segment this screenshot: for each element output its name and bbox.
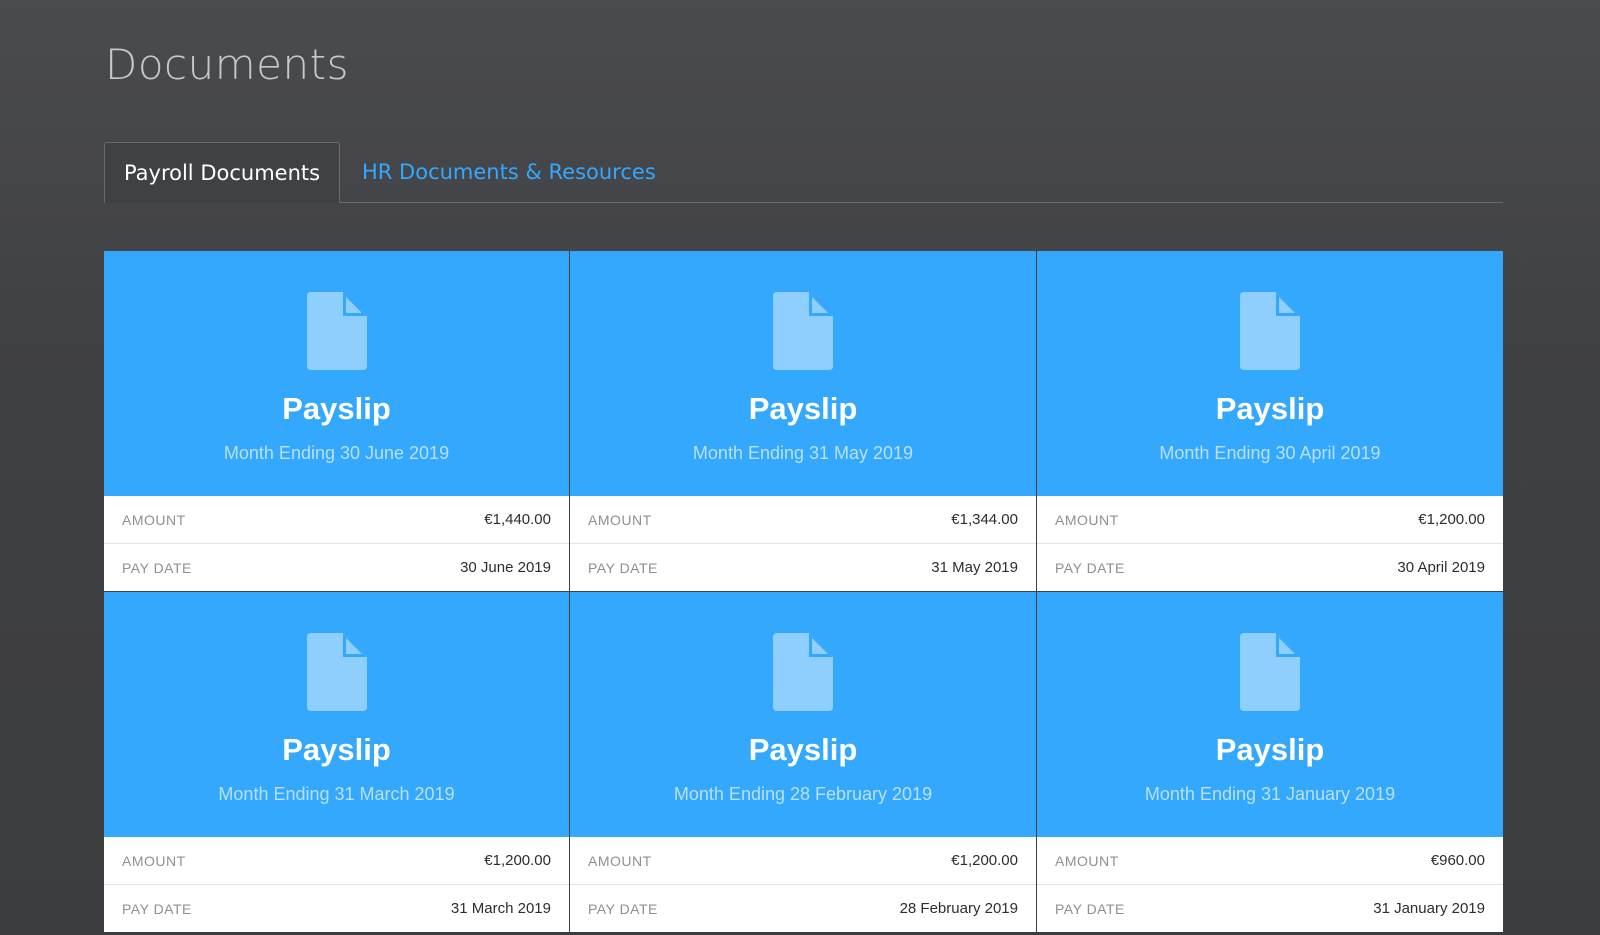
card-title: Payslip xyxy=(282,732,391,767)
card-title: Payslip xyxy=(748,391,858,426)
amount-row: AMOUNT €1,200.00 xyxy=(104,837,569,884)
amount-row: AMOUNT €1,200.00 xyxy=(570,837,1036,884)
pay-date-row: PAY DATE 31 March 2019 xyxy=(104,884,569,932)
payslip-card[interactable]: Payslip Month Ending 30 June 2019 AMOUNT… xyxy=(104,251,569,591)
amount-row: AMOUNT €960.00 xyxy=(1037,837,1503,884)
pay-date-label: PAY DATE xyxy=(1055,559,1125,576)
card-title: Payslip xyxy=(282,391,391,426)
document-icon xyxy=(773,292,833,370)
tab-bar: Payroll Documents HR Documents & Resourc… xyxy=(104,142,1503,203)
pay-date-label: PAY DATE xyxy=(588,559,658,576)
tab-payroll-documents[interactable]: Payroll Documents xyxy=(104,142,340,203)
card-title: Payslip xyxy=(1215,391,1325,426)
pay-date-value: 30 June 2019 xyxy=(460,559,551,576)
amount-value: €1,440.00 xyxy=(484,511,551,528)
pay-date-row: PAY DATE 31 May 2019 xyxy=(570,543,1036,591)
amount-label: AMOUNT xyxy=(588,852,652,869)
payslip-card[interactable]: Payslip Month Ending 28 February 2019 AM… xyxy=(570,592,1036,932)
amount-value: €1,200.00 xyxy=(484,852,551,869)
pay-date-value: 30 April 2019 xyxy=(1397,559,1485,576)
pay-date-value: 31 January 2019 xyxy=(1373,900,1485,917)
card-subtitle: Month Ending 30 April 2019 xyxy=(1159,443,1381,463)
pay-date-label: PAY DATE xyxy=(1055,900,1125,917)
documents-grid: Payslip Month Ending 30 June 2019 AMOUNT… xyxy=(104,251,1503,932)
card-header: Payslip Month Ending 30 June 2019 xyxy=(104,251,569,496)
pay-date-value: 31 May 2019 xyxy=(931,559,1018,576)
pay-date-row: PAY DATE 30 April 2019 xyxy=(1037,543,1503,591)
card-subtitle: Month Ending 31 March 2019 xyxy=(218,784,455,804)
document-icon xyxy=(306,633,367,711)
pay-date-row: PAY DATE 30 June 2019 xyxy=(104,543,569,591)
document-icon xyxy=(1240,292,1300,370)
pay-date-label: PAY DATE xyxy=(588,900,658,917)
card-header: Payslip Month Ending 31 January 2019 xyxy=(1037,592,1503,837)
amount-label: AMOUNT xyxy=(122,511,186,528)
card-header: Payslip Month Ending 31 March 2019 xyxy=(104,592,569,837)
amount-row: AMOUNT €1,440.00 xyxy=(104,496,569,543)
card-header: Payslip Month Ending 30 April 2019 xyxy=(1037,251,1503,496)
amount-label: AMOUNT xyxy=(1055,852,1119,869)
card-title: Payslip xyxy=(1215,732,1325,767)
pay-date-row: PAY DATE 31 January 2019 xyxy=(1037,884,1503,932)
payslip-card[interactable]: Payslip Month Ending 31 May 2019 AMOUNT … xyxy=(570,251,1036,591)
card-subtitle: Month Ending 31 May 2019 xyxy=(692,443,914,463)
document-icon xyxy=(1240,633,1300,711)
amount-value: €1,200.00 xyxy=(951,852,1018,869)
amount-value: €1,344.00 xyxy=(951,511,1018,528)
payslip-card[interactable]: Payslip Month Ending 30 April 2019 AMOUN… xyxy=(1037,251,1503,591)
pay-date-label: PAY DATE xyxy=(122,900,192,917)
payslip-card[interactable]: Payslip Month Ending 31 January 2019 AMO… xyxy=(1037,592,1503,932)
amount-value: €960.00 xyxy=(1430,852,1485,869)
pay-date-row: PAY DATE 28 February 2019 xyxy=(570,884,1036,932)
pay-date-value: 28 February 2019 xyxy=(899,900,1018,917)
payslip-card[interactable]: Payslip Month Ending 31 March 2019 AMOUN… xyxy=(104,592,569,932)
card-subtitle: Month Ending 28 February 2019 xyxy=(673,784,933,804)
document-icon xyxy=(306,292,367,370)
pay-date-value: 31 March 2019 xyxy=(450,900,551,917)
card-header: Payslip Month Ending 28 February 2019 xyxy=(570,592,1036,837)
amount-row: AMOUNT €1,344.00 xyxy=(570,496,1036,543)
tab-hr-documents-resources[interactable]: HR Documents & Resources xyxy=(362,142,656,202)
amount-label: AMOUNT xyxy=(122,852,186,869)
amount-row: AMOUNT €1,200.00 xyxy=(1037,496,1503,543)
card-subtitle: Month Ending 30 June 2019 xyxy=(223,443,450,463)
document-icon xyxy=(773,633,833,711)
amount-label: AMOUNT xyxy=(588,511,652,528)
page-title: Documents xyxy=(105,40,349,89)
card-subtitle: Month Ending 31 January 2019 xyxy=(1144,784,1396,804)
card-header: Payslip Month Ending 31 May 2019 xyxy=(570,251,1036,496)
pay-date-label: PAY DATE xyxy=(122,559,192,576)
amount-value: €1,200.00 xyxy=(1418,511,1485,528)
amount-label: AMOUNT xyxy=(1055,511,1119,528)
card-title: Payslip xyxy=(748,732,858,767)
